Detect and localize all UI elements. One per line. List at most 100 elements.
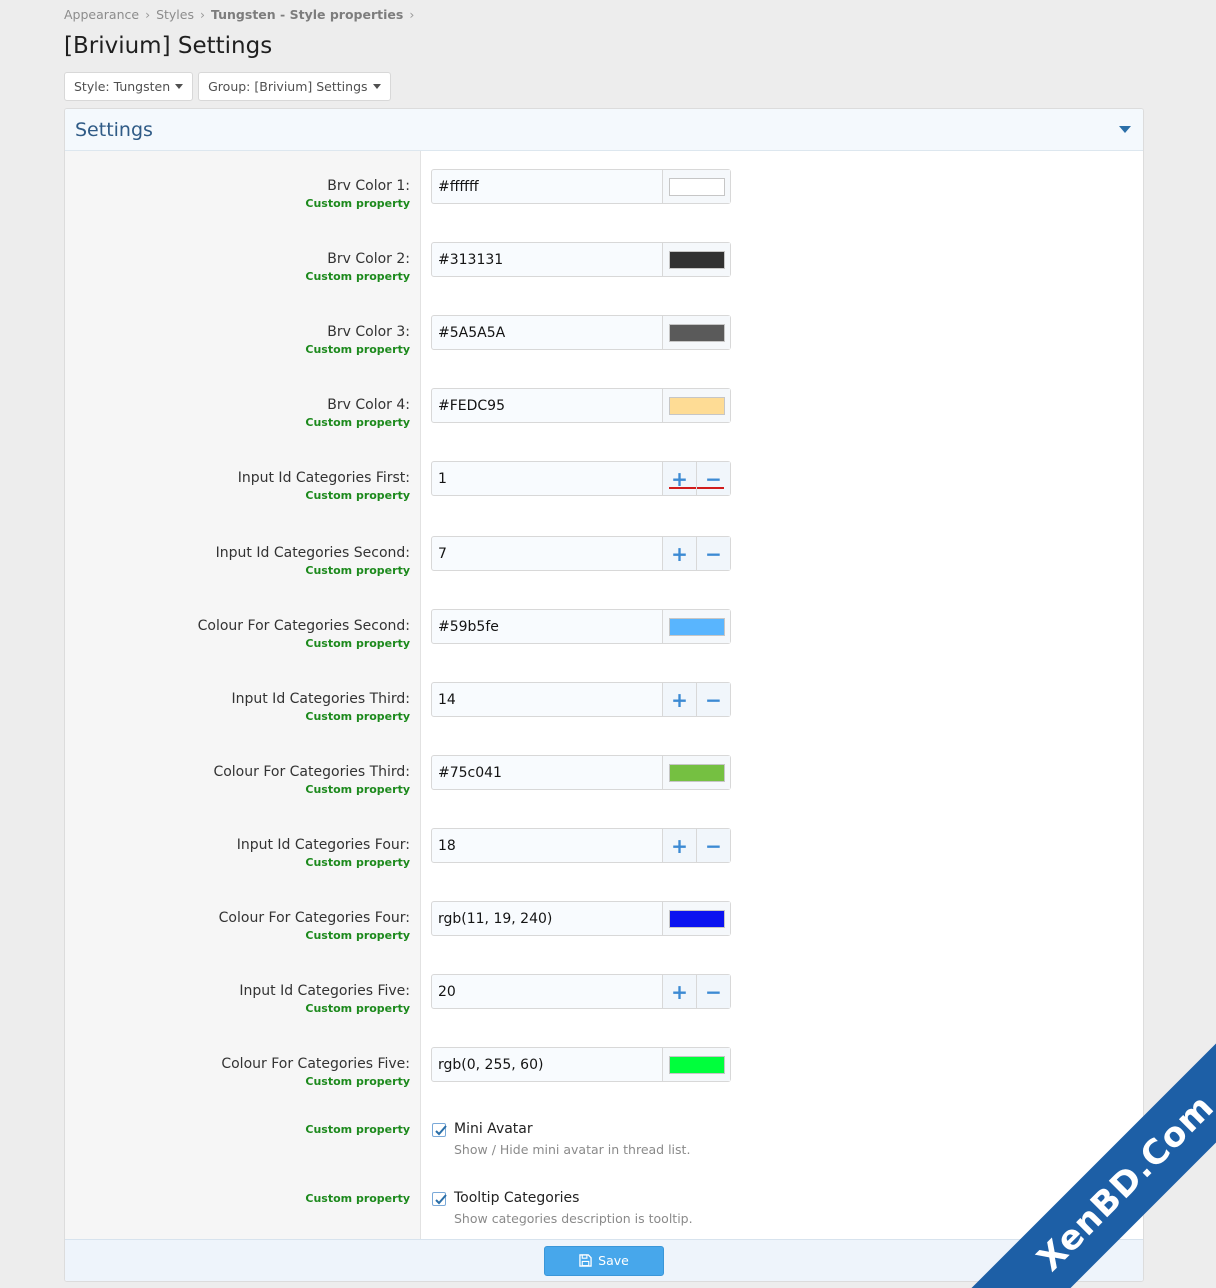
number-input[interactable] bbox=[432, 537, 662, 570]
style-filter-button[interactable]: Style: Tungsten bbox=[64, 72, 194, 101]
number-input[interactable] bbox=[432, 683, 662, 716]
breadcrumb-tungsten[interactable]: Tungsten bbox=[211, 7, 276, 22]
color-picker-button[interactable] bbox=[662, 756, 730, 789]
color-value-input[interactable] bbox=[432, 756, 662, 789]
color-value-input[interactable] bbox=[432, 170, 662, 203]
custom-property-hint: Custom property bbox=[305, 1002, 410, 1015]
plus-icon: + bbox=[671, 541, 688, 566]
minus-icon: − bbox=[705, 687, 722, 712]
color-value-input[interactable] bbox=[432, 316, 662, 349]
checkbox-description: Show / Hide mini avatar in thread list. bbox=[454, 1142, 691, 1157]
color-value-input[interactable] bbox=[432, 389, 662, 422]
custom-property-hint: Custom property bbox=[305, 270, 410, 283]
color-picker-button[interactable] bbox=[662, 1048, 730, 1081]
checkbox[interactable] bbox=[432, 1192, 447, 1206]
minus-icon: − bbox=[705, 979, 722, 1004]
custom-property-hint: Custom property bbox=[305, 1075, 410, 1088]
decrement-button[interactable]: − bbox=[696, 683, 730, 716]
color-picker-button[interactable] bbox=[662, 170, 730, 203]
setting-label-group: Brv Color 1: Custom property bbox=[305, 177, 410, 210]
checkbox[interactable] bbox=[432, 1123, 447, 1137]
color-value-input[interactable] bbox=[432, 1048, 662, 1081]
setting-label: Input Id Categories Second: bbox=[215, 545, 410, 561]
color-input-group bbox=[431, 755, 731, 790]
breadcrumb-separator: › bbox=[409, 7, 415, 22]
checkbox-label[interactable]: Mini Avatar bbox=[454, 1121, 533, 1137]
color-input-group bbox=[431, 1047, 731, 1082]
setting-label-group: Input Id Categories Second: Custom proper… bbox=[216, 544, 410, 577]
plus-icon: + bbox=[671, 687, 688, 712]
custom-property-hint: Custom property bbox=[305, 1123, 410, 1136]
custom-property-hint: Custom property bbox=[305, 197, 410, 210]
plus-icon: + bbox=[671, 979, 688, 1004]
setting-label: Brv Color 3: bbox=[327, 324, 410, 340]
breadcrumb-style-properties[interactable]: Style properties bbox=[290, 7, 404, 22]
decrement-button[interactable]: − bbox=[696, 975, 730, 1008]
setting-label: Colour For Categories Five: bbox=[221, 1056, 410, 1072]
color-value-input[interactable] bbox=[432, 243, 662, 276]
increment-button[interactable]: + bbox=[662, 975, 696, 1008]
number-input[interactable] bbox=[432, 975, 662, 1008]
caret-down-icon bbox=[372, 84, 381, 89]
group-filter-label: Group: [Brivium] Settings bbox=[208, 79, 368, 94]
custom-property-hint: Custom property bbox=[305, 564, 410, 577]
color-swatch bbox=[668, 323, 725, 342]
setting-label: Input Id Categories Third: bbox=[231, 691, 410, 707]
style-filter-label: Style: Tungsten bbox=[74, 79, 171, 94]
setting-label-group: Colour For Categories Third: Custom prope… bbox=[213, 763, 410, 796]
setting-label: Input Id Categories Four: bbox=[236, 837, 410, 853]
plus-icon: + bbox=[671, 833, 688, 858]
save-button[interactable]: Save bbox=[544, 1245, 664, 1276]
number-input-group: +− bbox=[431, 461, 731, 496]
setting-label: Brv Color 1: bbox=[327, 178, 410, 194]
breadcrumb-styles[interactable]: Styles bbox=[156, 7, 194, 22]
color-value-input[interactable] bbox=[432, 610, 662, 643]
setting-label: Brv Color 4: bbox=[327, 397, 410, 413]
color-input-group bbox=[431, 169, 731, 204]
increment-button[interactable]: + bbox=[662, 537, 696, 570]
breadcrumb-separator: › bbox=[199, 7, 205, 22]
block-body: Brv Color 1: Custom property Brv Color 2: C… bbox=[65, 151, 1143, 1240]
color-swatch bbox=[668, 250, 725, 269]
setting-label: Input Id Categories First: bbox=[237, 470, 410, 486]
number-input[interactable] bbox=[432, 829, 662, 862]
color-picker-button[interactable] bbox=[662, 389, 730, 422]
group-filter-button[interactable]: Group: [Brivium] Settings bbox=[198, 72, 391, 101]
color-picker-button[interactable] bbox=[662, 902, 730, 935]
page-title: [Brivium] Settings bbox=[64, 33, 273, 59]
collapse-toggle-icon[interactable] bbox=[1119, 126, 1131, 133]
block-header[interactable]: Settings bbox=[65, 109, 1143, 151]
setting-label-group: Custom property bbox=[305, 1190, 410, 1205]
checkbox-description: Show categories description is tooltip. bbox=[454, 1211, 693, 1226]
color-picker-button[interactable] bbox=[662, 243, 730, 276]
setting-label-group: Colour For Categories Four: Custom proper… bbox=[219, 909, 410, 942]
checkbox-label[interactable]: Tooltip Categories bbox=[454, 1190, 579, 1206]
setting-label-group: Brv Color 4: Custom property bbox=[305, 396, 410, 429]
filter-bar: Style: Tungsten Group: [Brivium] Setting… bbox=[64, 72, 391, 101]
number-input-group: +− bbox=[431, 974, 731, 1009]
setting-label-group: Input Id Categories First: Custom propert… bbox=[238, 469, 410, 502]
color-input-group bbox=[431, 901, 731, 936]
setting-label-group: Brv Color 2: Custom property bbox=[305, 250, 410, 283]
number-input-group: +− bbox=[431, 682, 731, 717]
increment-button[interactable]: + bbox=[662, 829, 696, 862]
increment-button[interactable]: + bbox=[662, 683, 696, 716]
color-picker-button[interactable] bbox=[662, 316, 730, 349]
settings-block: Settings Brv Color 1:Custom propertyBrv … bbox=[64, 108, 1144, 1282]
number-input-group: +− bbox=[431, 536, 731, 571]
color-value-input[interactable] bbox=[432, 902, 662, 935]
decrement-button[interactable]: − bbox=[696, 537, 730, 570]
increment-button[interactable]: + bbox=[662, 462, 696, 495]
color-swatch bbox=[668, 617, 725, 636]
checkmark-icon bbox=[435, 1194, 447, 1205]
decrement-button[interactable]: − bbox=[696, 462, 730, 495]
setting-label-group: Colour For Categories Five: Custom proper… bbox=[221, 1055, 410, 1088]
number-input[interactable] bbox=[432, 462, 662, 495]
setting-label-group: Input Id Categories Four: Custom property bbox=[237, 836, 410, 869]
breadcrumb-appearance[interactable]: Appearance bbox=[64, 7, 139, 22]
decrement-button[interactable]: − bbox=[696, 829, 730, 862]
color-swatch bbox=[668, 396, 725, 415]
color-input-group bbox=[431, 388, 731, 423]
custom-property-hint: Custom property bbox=[305, 489, 410, 502]
color-picker-button[interactable] bbox=[662, 610, 730, 643]
